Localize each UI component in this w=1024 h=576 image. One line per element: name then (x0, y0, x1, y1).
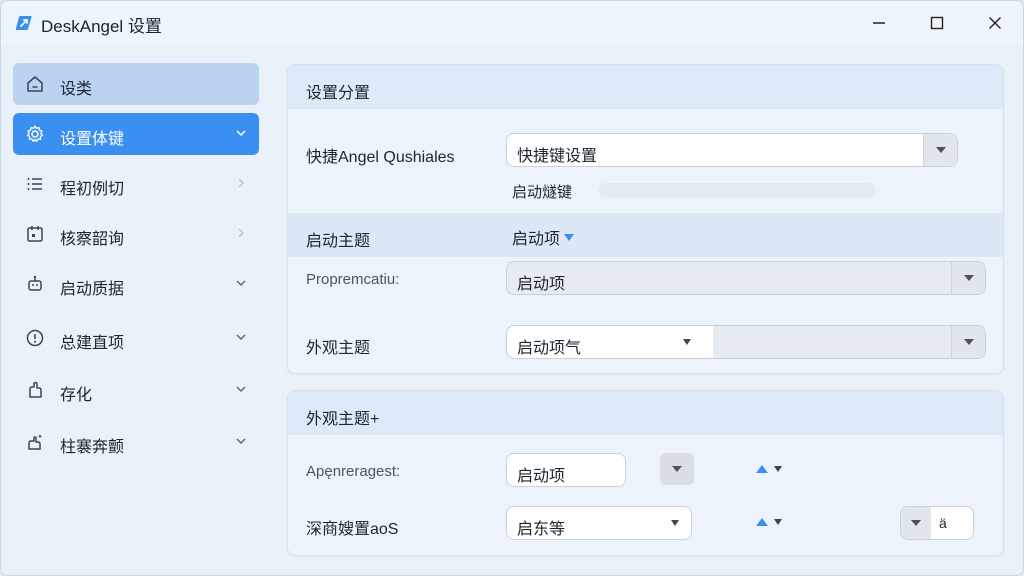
minimize-button[interactable] (857, 7, 901, 39)
chevron-down-icon (911, 520, 921, 526)
sparkle-hand-icon (28, 434, 43, 450)
settings-window: DeskAngel 设置 设类 设置体键 程初例切 核察韶询 启动质据 总建直项… (0, 0, 1024, 576)
caret-down-icon (683, 339, 691, 345)
placeholder-bar (598, 183, 876, 197)
hand-icon (29, 381, 42, 398)
sidebar-item-label: 柱褰奔颤 (60, 439, 125, 456)
arrow-down-icon[interactable] (774, 519, 782, 525)
chevron-down-icon (236, 334, 246, 340)
caret-down-icon (671, 520, 679, 526)
sidebar-item-6[interactable]: 存化 (13, 369, 259, 411)
number-toggle[interactable] (901, 507, 931, 539)
dropdown-toggle[interactable] (923, 134, 957, 166)
maximize-icon (930, 16, 944, 30)
chevron-down-icon (236, 438, 246, 444)
shortcut-sub-label: 启动燧键 (512, 184, 573, 201)
sidebar: 设类 设置体键 程初例切 核察韶询 启动质据 总建直项 存化 柱褰奔颤 (1, 45, 267, 575)
sidebar-item-label: 核察韶询 (60, 231, 125, 248)
sidebar-item-1[interactable]: 设置体键 (13, 113, 259, 155)
number-field[interactable]: ä (900, 506, 974, 540)
gear-icon (26, 125, 44, 143)
chevron-down-icon (963, 275, 974, 281)
minimize-icon (873, 22, 885, 24)
deep-label: 深商嫂置aoS (306, 521, 399, 538)
sidebar-item-5[interactable]: 总建直项 (13, 317, 259, 359)
arrow-up-icon[interactable] (756, 518, 768, 526)
sidebar-item-7[interactable]: 柱褰奔颤 (13, 421, 259, 463)
chevron-right-icon (238, 228, 244, 238)
dropdown-toggle[interactable] (951, 326, 985, 358)
dropdown-value: 启动项 (517, 276, 566, 293)
number-value: ä (939, 515, 947, 531)
app-label: Apęnreragest: (306, 463, 401, 480)
card-title: 外观主题+ (306, 411, 380, 428)
dropdown-value: 启动项气 (517, 340, 582, 357)
deep-dropdown[interactable]: 启东等 (506, 506, 692, 540)
sidebar-item-2[interactable]: 程初例切 (13, 163, 259, 205)
deep-stepper[interactable] (756, 518, 782, 526)
chevron-down-icon (236, 130, 246, 137)
sidebar-item-0[interactable]: 设类 (13, 63, 259, 105)
sidebar-item-4[interactable]: 启动质据 (13, 263, 259, 305)
window-title: DeskAngel 设置 (41, 17, 162, 36)
chevron-down-icon (963, 339, 974, 345)
dropdown-value: 启东等 (517, 521, 566, 538)
theme-dropdown[interactable]: 启动项 (512, 225, 575, 249)
close-button[interactable] (973, 7, 1017, 39)
chevron-right-icon (238, 178, 244, 188)
card-header: 外观主题+ (288, 391, 1003, 435)
prop-dropdown[interactable]: 启动项 (506, 261, 986, 295)
theme-row-band (288, 213, 1003, 257)
sidebar-item-label: 总建直项 (60, 335, 125, 352)
close-icon (989, 17, 1001, 29)
chevron-down-icon (236, 386, 246, 392)
appearance-label: 外观主题 (306, 340, 371, 357)
sidebar-item-label: 启动质据 (60, 281, 125, 298)
app-dropdown-toggle[interactable] (660, 453, 694, 485)
list-icon (27, 178, 42, 190)
chevron-down-icon (935, 147, 946, 153)
theme-value: 启动项 (512, 231, 561, 248)
robot-icon (28, 275, 42, 291)
info-icon (26, 329, 44, 347)
chevron-down-icon (236, 280, 246, 286)
sidebar-item-label: 存化 (60, 387, 93, 404)
dropdown-value: 快捷键设置 (517, 148, 598, 165)
sidebar-item-label: 设置体键 (60, 131, 125, 148)
arrow-up-icon[interactable] (756, 465, 768, 473)
app-stepper[interactable] (756, 465, 782, 473)
theme-label: 启动主题 (306, 233, 371, 250)
calendar-icon (27, 226, 43, 242)
shortcut-dropdown[interactable]: 快捷键设置 (506, 133, 958, 167)
caret-down-icon (564, 233, 575, 241)
sidebar-item-label: 设类 (60, 81, 93, 98)
chevron-down-icon (672, 466, 682, 472)
title-bar: DeskAngel 设置 (1, 1, 1023, 45)
app-dropdown[interactable]: 启动项 (506, 453, 626, 487)
settings-card-2: 外观主题+ Apęnreragest: 启动项 深商嫂置aoS 启东等 ä (287, 390, 1004, 556)
appearance-dropdown[interactable]: 启动项气 (506, 325, 986, 359)
sidebar-item-3[interactable]: 核察韶询 (13, 213, 259, 255)
sidebar-item-label: 程初例切 (60, 181, 125, 198)
card-header: 设置分置 (288, 65, 1003, 109)
maximize-button[interactable] (915, 7, 959, 39)
settings-card-1: 设置分置 快捷Angel Qushiales 快捷键设置 启动燧键 启动主题 启… (287, 64, 1004, 374)
dropdown-toggle[interactable] (951, 262, 985, 294)
card-title: 设置分置 (306, 85, 371, 102)
dropdown-value: 启动项 (517, 468, 566, 485)
rocket-icon (15, 16, 32, 30)
arrow-down-icon[interactable] (774, 466, 782, 472)
home-icon (27, 76, 43, 92)
shortcut-label: 快捷Angel Qushiales (306, 149, 455, 166)
prop-label: Propremcatiu: (306, 271, 400, 288)
